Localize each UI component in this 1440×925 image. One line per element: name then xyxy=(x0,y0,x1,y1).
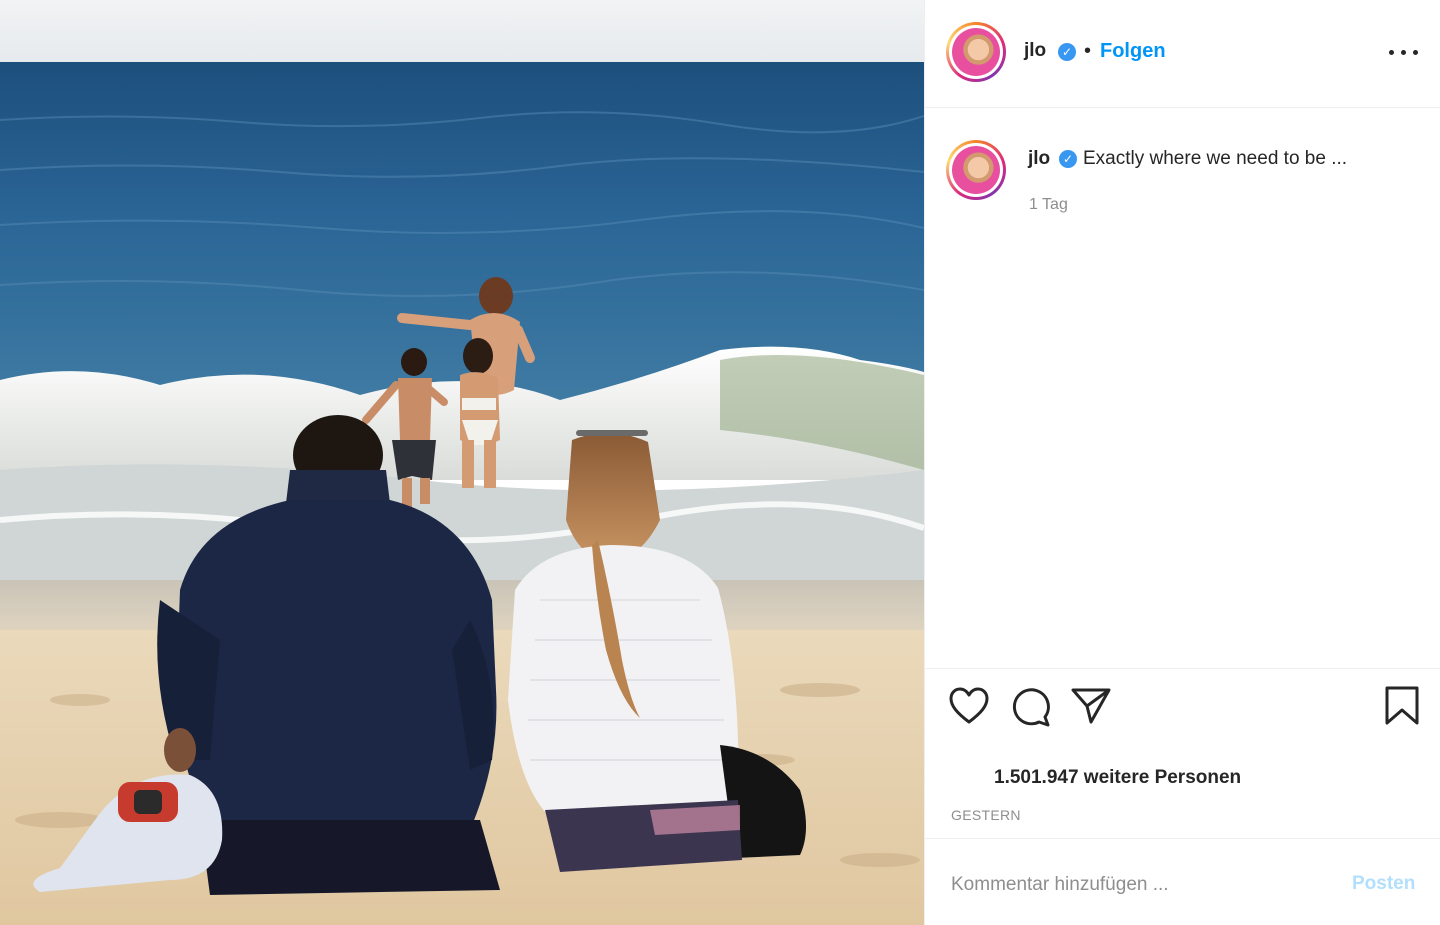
post-actions: 1.501.947 weitere Personen GESTERN xyxy=(925,668,1440,838)
likes-count[interactable]: 1.501.947 weitere Personen xyxy=(994,767,1241,789)
posted-date: GESTERN xyxy=(951,807,1021,823)
comment-input[interactable] xyxy=(947,869,1325,901)
post-header: jlo ✓ • Folgen xyxy=(925,0,1440,108)
bookmark-icon[interactable] xyxy=(1385,686,1419,726)
comment-icon[interactable] xyxy=(1011,687,1051,727)
paper-plane-icon[interactable] xyxy=(1071,687,1111,725)
caption-avatar[interactable] xyxy=(946,140,1006,200)
follow-button[interactable]: Folgen xyxy=(1100,40,1166,63)
post-photo[interactable] xyxy=(0,0,924,925)
beach-photo-image xyxy=(0,0,924,925)
post-comment-button[interactable]: Posten xyxy=(1352,873,1415,895)
header-username[interactable]: jlo xyxy=(1024,40,1046,62)
caption-text: Exactly where we need to be ... xyxy=(1083,148,1348,169)
comment-bar: Posten xyxy=(925,838,1440,925)
post-side-panel: jlo ✓ • Folgen jlo ✓ Exactly where we ne… xyxy=(924,0,1440,925)
heart-icon[interactable] xyxy=(949,687,989,725)
caption-username[interactable]: jlo xyxy=(1028,148,1050,170)
header-separator: • xyxy=(1084,40,1092,62)
more-options-icon[interactable] xyxy=(1387,40,1421,64)
verified-badge-icon: ✓ xyxy=(1058,43,1076,61)
caption-time-ago[interactable]: 1 Tag xyxy=(1029,196,1068,214)
caption-verified-badge-icon: ✓ xyxy=(1059,150,1077,168)
avatar[interactable] xyxy=(946,22,1006,82)
